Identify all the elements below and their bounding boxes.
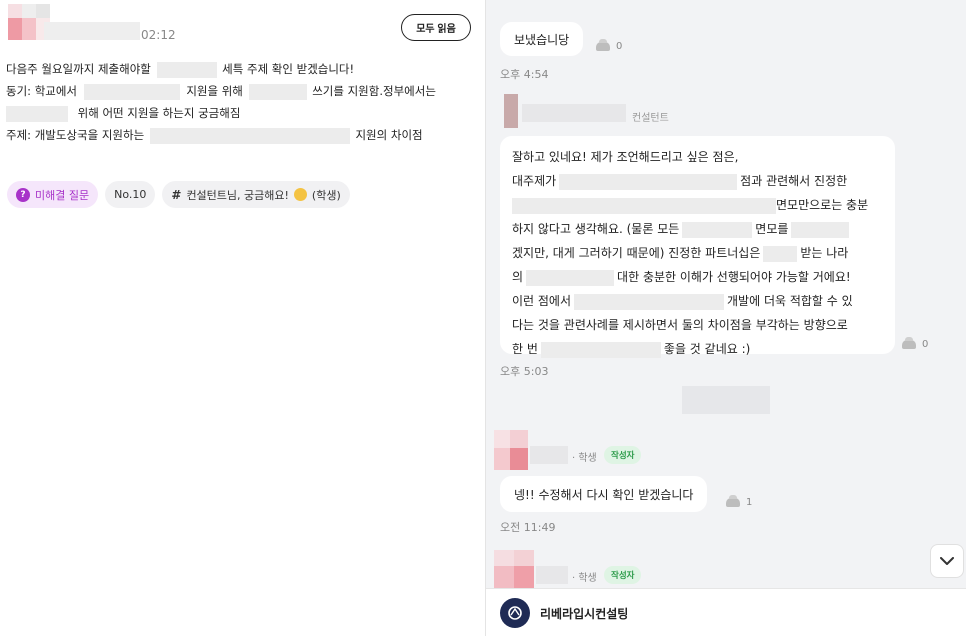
message-time: 오후 5:03 (500, 365, 549, 378)
chat-bubble[interactable]: 보냈습니당 (500, 22, 584, 56)
student-avatar (494, 430, 528, 470)
redacted-text (791, 221, 850, 238)
read-all-button[interactable]: 모두 읽음 (401, 14, 471, 41)
number-tag[interactable]: No.10 (105, 181, 156, 208)
redacted-text (156, 61, 217, 78)
sender-role: · 학생 (572, 453, 597, 464)
redacted-text (682, 221, 753, 238)
reaction-counter[interactable]: 0 (596, 39, 622, 52)
post-line: 위해 어떤 지원을 하는지 궁금해짐 (6, 102, 476, 124)
redacted-text (6, 105, 68, 122)
post-time: 02:12 (141, 28, 176, 42)
post-line: 주제: 개발도상국을 지원하는 지원의 차이점 (6, 127, 423, 144)
redacted-text (559, 173, 738, 190)
reaction-counter[interactable]: 1 (726, 495, 752, 508)
emoji-icon (293, 188, 307, 201)
message-time: 오후 4:54 (500, 68, 549, 81)
author-badge: 작성자 (604, 446, 642, 464)
post-author-name-redacted (44, 22, 140, 40)
author-badge: 작성자 (604, 566, 642, 584)
sender-role: 컨설턴트 (632, 113, 669, 124)
redacted-text (540, 341, 661, 358)
reaction-icon (726, 495, 740, 507)
chevron-down-icon (940, 556, 954, 565)
redacted-text (83, 83, 180, 100)
reaction-icon (596, 39, 610, 51)
scroll-to-bottom-button[interactable] (930, 544, 964, 578)
reaction-counter[interactable]: 0 (902, 337, 928, 350)
sender-role: · 학생 (572, 573, 597, 584)
chat-bubble[interactable]: 잘하고 있네요! 제가 조언해드리고 싶은 점은, 대주제가 점과 관련해서 진정… (500, 136, 895, 358)
student-name-redacted (530, 446, 568, 464)
brand-name: 리베라입시컨설팅 (540, 607, 629, 621)
redacted-text (526, 269, 615, 286)
post-pane: 02:12 모두 읽음 다음주 월요일까지 제출해야할 세특 주제 확인 받겠습… (0, 0, 486, 636)
post-line: 다음주 월요일까지 제출해야할 세특 주제 확인 받겠습니다! (6, 61, 355, 78)
question-icon: ? (16, 187, 30, 202)
post-tags: ? 미해결 질문 No.10 # 컨설턴트님, 궁금해요! (학생) (7, 181, 350, 208)
consultant-name-redacted (522, 104, 626, 122)
redacted-text (763, 245, 798, 262)
date-divider-redacted (682, 386, 770, 414)
redacted-text (248, 83, 307, 100)
student-name-redacted (536, 566, 568, 584)
hash-icon: # (171, 187, 182, 202)
chat-pane[interactable]: 보냈습니당 0 오후 4:54 컨설턴트 잘하고 있네요! 제가 조언해드리고 … (486, 0, 966, 588)
redacted-text (149, 127, 350, 144)
brand-footer: 리베라입시컨설팅 (486, 588, 966, 636)
post-body: 다음주 월요일까지 제출해야할 세특 주제 확인 받겠습니다! 동기: 학교에서… (6, 58, 476, 146)
message-time: 오전 11:49 (500, 521, 556, 534)
redacted-text (512, 197, 776, 214)
brand-logo-icon (500, 598, 530, 628)
hashtag-tag[interactable]: # 컨설턴트님, 궁금해요! (학생) (162, 181, 350, 208)
redacted-text (574, 293, 725, 310)
chat-bubble[interactable]: 넹!! 수정해서 다시 확인 받겠습니다 (500, 476, 708, 512)
student-avatar (494, 550, 534, 588)
post-line: 동기: 학교에서 지원을 위해 쓰기를 지원함.정부에서는 (6, 83, 436, 100)
unsolved-tag[interactable]: ? 미해결 질문 (7, 181, 99, 208)
reaction-icon (902, 337, 916, 349)
consultant-avatar (504, 94, 518, 128)
